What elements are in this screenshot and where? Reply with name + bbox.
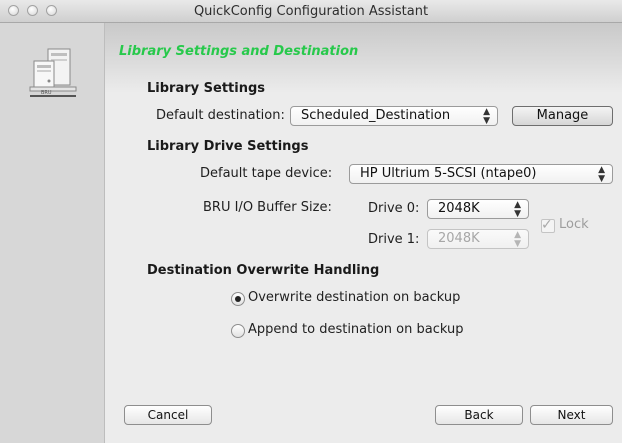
append-radio-label: Append to destination on backup	[248, 322, 464, 337]
sidebar: BRU	[0, 23, 105, 443]
library-drive-settings-heading: Library Drive Settings	[147, 139, 309, 154]
buffer-size-label: BRU I/O Buffer Size:	[203, 200, 332, 215]
back-button[interactable]: Back	[435, 405, 523, 425]
default-destination-label: Default destination:	[156, 108, 285, 123]
window-title: QuickConfig Configuration Assistant	[193, 4, 429, 19]
overwrite-radio-label: Overwrite destination on backup	[248, 290, 461, 305]
updown-arrows-icon: ▲ ▼	[598, 165, 605, 184]
drive0-buffer-value: 2048K	[438, 201, 480, 216]
drive1-buffer-select[interactable]: 2048K ▲ ▼	[427, 229, 529, 249]
updown-arrows-icon: ▲ ▼	[483, 107, 490, 126]
append-radio[interactable]	[231, 324, 245, 338]
drive0-label: Drive 0:	[368, 201, 420, 216]
page-heading: Library Settings and Destination	[119, 44, 359, 59]
updown-arrows-icon: ▲ ▼	[514, 230, 521, 249]
cancel-button[interactable]: Cancel	[124, 405, 212, 425]
library-settings-heading: Library Settings	[147, 81, 266, 96]
overwrite-radio[interactable]	[231, 292, 245, 306]
default-tape-device-label: Default tape device:	[200, 166, 333, 181]
tape-library-icon: BRU	[29, 48, 77, 97]
default-destination-select[interactable]: Scheduled_Destination ▲ ▼	[290, 106, 498, 126]
manage-button[interactable]: Manage	[512, 106, 613, 126]
default-tape-device-select[interactable]: HP Ultrium 5-SCSI (ntape0) ▲ ▼	[349, 164, 613, 184]
drive1-label: Drive 1:	[368, 232, 420, 247]
updown-arrows-icon: ▲ ▼	[514, 200, 521, 219]
drive1-buffer-value: 2048K	[438, 231, 480, 246]
default-destination-value: Scheduled_Destination	[301, 108, 451, 123]
default-tape-device-value: HP Ultrium 5-SCSI (ntape0)	[360, 166, 537, 181]
title-bar: QuickConfig Configuration Assistant	[0, 0, 622, 23]
overwrite-handling-heading: Destination Overwrite Handling	[147, 263, 380, 278]
next-button[interactable]: Next	[530, 405, 613, 425]
lock-label: Lock	[559, 217, 589, 232]
assistant-window: QuickConfig Configuration Assistant BRU …	[0, 0, 622, 443]
checkmark-icon: ✓	[541, 217, 553, 233]
drive0-buffer-select[interactable]: 2048K ▲ ▼	[427, 199, 529, 219]
